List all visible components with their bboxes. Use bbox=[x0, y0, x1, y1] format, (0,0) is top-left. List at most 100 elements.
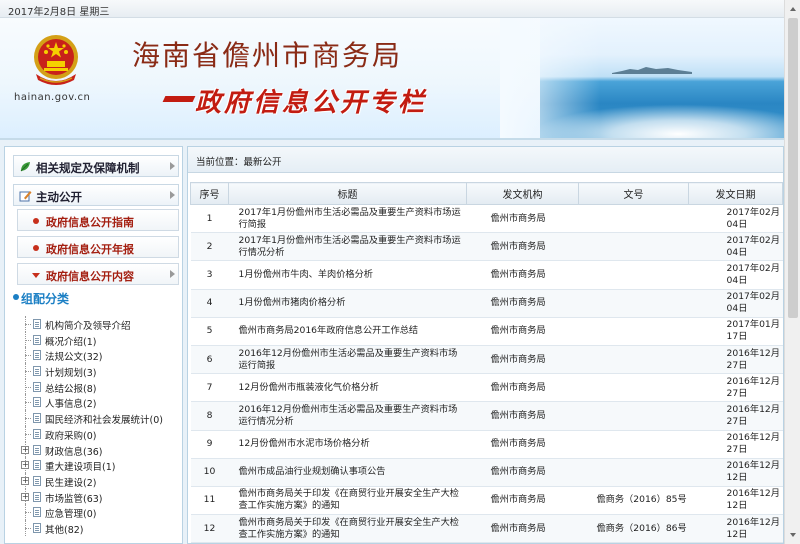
sidebar-head-active-disclosure[interactable]: 主动公开 bbox=[13, 184, 179, 206]
row-org: 儋州市商务局 bbox=[466, 260, 579, 290]
tree-item[interactable]: 总结公报(8) bbox=[21, 378, 181, 395]
row-org: 儋州市商务局 bbox=[466, 317, 579, 346]
row-org: 儋州市商务局 bbox=[466, 486, 579, 516]
row-title-link[interactable]: 儋州市商务局2016年政府信息公开工作总结 bbox=[228, 317, 467, 346]
tree-item-label: 概况介绍(1) bbox=[45, 336, 97, 348]
tree-item[interactable]: 机构简介及领导介绍 bbox=[21, 316, 181, 332]
column-header-date: 发文日期 bbox=[688, 182, 783, 205]
row-title-link[interactable]: 2016年12月份儋州市生活必需品及重要生产资料市场运行简报 bbox=[228, 345, 467, 375]
table-row[interactable]: 8 2016年12月份儋州市生活必需品及重要生产资料市场运行情况分析 儋州市商务局 2… bbox=[190, 401, 783, 431]
tree-item[interactable]: 其他(82) bbox=[21, 519, 181, 536]
table-row[interactable]: 2 2017年1月份儋州市生活必需品及重要生产资料市场运行情况分析 儋州市商务局 20… bbox=[190, 232, 783, 262]
row-org: 儋州市商务局 bbox=[466, 514, 579, 543]
main-content: 当前位置：最新公开 序号 标题 发文机构 文号 发文日期 1 2017年1月份儋州… bbox=[187, 146, 784, 544]
row-doc-number bbox=[578, 260, 689, 290]
row-doc-number bbox=[578, 232, 689, 262]
scroll-down-icon[interactable] bbox=[787, 528, 799, 542]
vertical-scrollbar[interactable] bbox=[784, 0, 800, 544]
tree-connector bbox=[25, 433, 31, 435]
tree-item[interactable]: 国民经济和社会发展统计(0) bbox=[21, 410, 181, 426]
tree-item[interactable]: + 市场监管(63) bbox=[21, 488, 181, 505]
table-row[interactable]: 9 12月份儋州市水泥市场价格分析 儋州市商务局 2016年12月27日 bbox=[190, 430, 783, 459]
documents-table: 序号 标题 发文机构 文号 发文日期 1 2017年1月份儋州市生活必需品及重要生… bbox=[190, 182, 783, 543]
row-number: 6 bbox=[190, 345, 229, 375]
table-row[interactable]: 7 12月份儋州市瓶装液化气价格分析 儋州市商务局 2016年12月27日 bbox=[190, 373, 783, 403]
tree-connector bbox=[25, 324, 31, 325]
date-strip: 2017年2月8日 星期三 bbox=[0, 0, 784, 18]
table-row[interactable]: 10 儋州市成品油行业规划确认事项公告 儋州市商务局 2016年12月12日 bbox=[190, 458, 783, 487]
row-date: 2016年12月27日 bbox=[688, 345, 783, 375]
sidebar-item-annual-report[interactable]: 政府信息公开年报 bbox=[17, 236, 179, 258]
tree-item[interactable]: + 民生建设(2) bbox=[21, 472, 181, 489]
bullet-icon bbox=[33, 218, 39, 224]
expand-toggle-icon[interactable]: + bbox=[21, 476, 29, 485]
breadcrumb-text: 当前位置：最新公开 bbox=[196, 157, 282, 168]
row-title-link[interactable]: 儋州市商务局关于印发《在商贸行业开展安全生产大检查工作实施方案》的通知 bbox=[228, 514, 467, 543]
row-title-link[interactable]: 12月份儋州市瓶装液化气价格分析 bbox=[228, 373, 467, 403]
row-title-link[interactable]: 2017年1月份儋州市生活必需品及重要生产资料市场运行简报 bbox=[228, 204, 467, 234]
tree-item[interactable]: + 重大建设项目(1) bbox=[21, 457, 181, 473]
sidebar-head-regulations[interactable]: 相关规定及保障机制 bbox=[13, 155, 179, 177]
table-row[interactable]: 1 2017年1月份儋州市生活必需品及重要生产资料市场运行简报 儋州市商务局 2017… bbox=[190, 204, 783, 234]
tree-item[interactable]: 计划规划(3) bbox=[21, 363, 181, 379]
row-title-link[interactable]: 1月份儋州市牛肉、羊肉价格分析 bbox=[228, 260, 467, 290]
expand-toggle-icon[interactable]: + bbox=[21, 445, 29, 454]
table-row[interactable]: 6 2016年12月份儋州市生活必需品及重要生产资料市场运行简报 儋州市商务局 201… bbox=[190, 345, 783, 375]
tree-item[interactable]: 概况介绍(1) bbox=[21, 331, 181, 348]
scroll-up-icon[interactable] bbox=[787, 2, 799, 16]
row-date: 2016年12月27日 bbox=[688, 430, 783, 459]
site-header: 2017年2月8日 星期三 hainan.gov.cn 海南省儋州市商务局 政府… bbox=[0, 0, 784, 140]
row-date: 2016年12月12日 bbox=[688, 458, 783, 487]
tree-item[interactable]: + 财政信息(36) bbox=[21, 441, 181, 458]
wave-foam bbox=[520, 102, 784, 138]
table-row[interactable]: 3 1月份儋州市牛肉、羊肉价格分析 儋州市商务局 2017年02月04日 bbox=[190, 260, 783, 290]
row-title-link[interactable]: 2016年12月份儋州市生活必需品及重要生产资料市场运行情况分析 bbox=[228, 401, 467, 431]
row-doc-number bbox=[578, 317, 689, 346]
tree-item[interactable]: 人事信息(2) bbox=[21, 394, 181, 410]
row-number: 2 bbox=[190, 232, 229, 262]
row-number: 4 bbox=[190, 289, 229, 318]
scrollbar-thumb[interactable] bbox=[788, 18, 798, 318]
column-header-org: 发文机构 bbox=[466, 182, 579, 205]
row-date: 2016年12月12日 bbox=[688, 514, 783, 543]
leaf-icon bbox=[20, 162, 30, 172]
expand-toggle-icon[interactable]: + bbox=[21, 461, 29, 470]
column-header-doc-number: 文号 bbox=[578, 182, 689, 205]
row-number: 10 bbox=[190, 458, 229, 487]
row-title-link[interactable]: 1月份儋州市猪肉价格分析 bbox=[228, 289, 467, 318]
row-title-link[interactable]: 儋州市商务局关于印发《在商贸行业开展安全生产大检查工作实施方案》的通知 bbox=[228, 486, 467, 516]
site-domain: hainan.gov.cn bbox=[14, 92, 91, 103]
sidebar-item-content[interactable]: 政府信息公开内容 bbox=[17, 263, 179, 285]
island-silhouette bbox=[612, 67, 692, 74]
sidebar: 相关规定及保障机制 主动公开 政府信息公开指南 政府信息公开年报 政府信息公开内… bbox=[4, 146, 183, 544]
row-title-link[interactable]: 2017年1月份儋州市生活必需品及重要生产资料市场运行情况分析 bbox=[228, 232, 467, 262]
tree-item-label: 计划规划(3) bbox=[45, 368, 97, 380]
row-title-link[interactable]: 12月份儋州市水泥市场价格分析 bbox=[228, 430, 467, 459]
row-title-link[interactable]: 儋州市成品油行业规划确认事项公告 bbox=[228, 458, 467, 487]
tree-item-label: 政府采购(0) bbox=[45, 430, 97, 442]
table-row[interactable]: 12 儋州市商务局关于印发《在商贸行业开展安全生产大检查工作实施方案》的通知 儋州市… bbox=[190, 514, 783, 543]
row-doc-number bbox=[578, 345, 689, 375]
table-row[interactable]: 11 儋州市商务局关于印发《在商贸行业开展安全生产大检查工作实施方案》的通知 儋州市… bbox=[190, 486, 783, 516]
sidebar-item-guide[interactable]: 政府信息公开指南 bbox=[17, 209, 179, 231]
table-row[interactable]: 5 儋州市商务局2016年政府信息公开工作总结 儋州市商务局 2017年01月17日 bbox=[190, 317, 783, 346]
tree-item[interactable]: 应急管理(0) bbox=[21, 504, 181, 520]
expand-toggle-icon[interactable]: + bbox=[21, 492, 29, 501]
row-org: 儋州市商务局 bbox=[466, 289, 579, 318]
row-doc-number bbox=[578, 430, 689, 459]
row-number: 7 bbox=[190, 373, 229, 403]
row-number: 12 bbox=[190, 514, 229, 543]
row-org: 儋州市商务局 bbox=[466, 373, 579, 403]
national-emblem-icon bbox=[34, 35, 78, 85]
sidebar-head-label: 主动公开 bbox=[36, 190, 82, 204]
tree-item[interactable]: 法规公文(32) bbox=[21, 347, 181, 363]
table-row[interactable]: 4 1月份儋州市猪肉价格分析 儋州市商务局 2017年02月04日 bbox=[190, 289, 783, 318]
row-number: 8 bbox=[190, 401, 229, 431]
tree-connector bbox=[25, 527, 31, 529]
row-number: 1 bbox=[190, 204, 229, 234]
bullet-icon bbox=[13, 294, 19, 300]
document-icon bbox=[33, 413, 41, 424]
tree-item[interactable]: 政府采购(0) bbox=[21, 425, 181, 442]
column-title: 政府信息公开专栏 bbox=[195, 88, 428, 118]
row-doc-number: 儋商务（2016）86号 bbox=[578, 514, 689, 543]
